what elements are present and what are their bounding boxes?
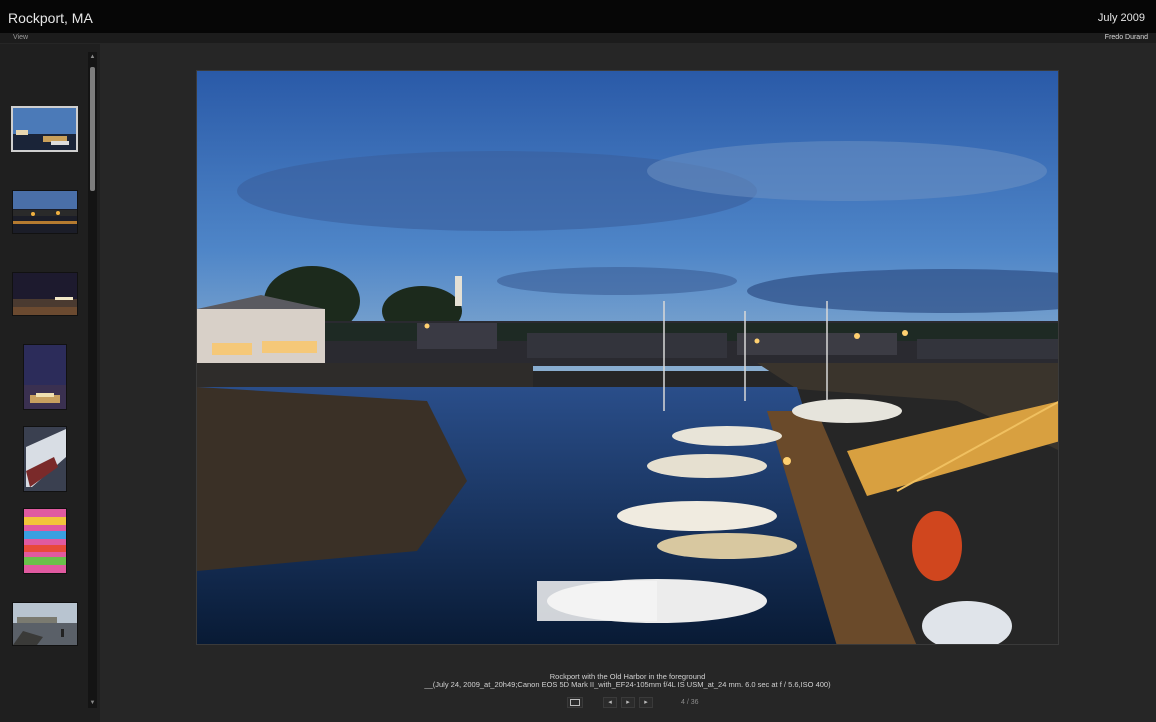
thumbnail-5[interactable] [23,426,67,492]
thumbnail-1[interactable] [11,106,78,152]
main-photo-image [197,71,1058,644]
play-icon: ▸ [626,699,630,706]
thumbnail-2-image [13,191,77,233]
main-photo [196,70,1059,645]
scroll-up-arrow-icon[interactable]: ▲ [89,53,96,61]
play-slideshow-button[interactable]: ▸ [621,697,635,708]
thumbnail-3-image [13,273,77,315]
thumbnail-7[interactable] [12,602,78,646]
fullscreen-button[interactable] [567,697,583,708]
thumbnail-4-image [24,345,66,409]
photo-caption-details: __(July 24, 2009_at_20h49;Canon EOS 5D M… [424,680,831,689]
thumbnail-5-image [24,427,66,491]
previous-photo-button[interactable]: ◂ [603,697,617,708]
thumbnail-2[interactable] [12,190,78,234]
screen-icon [570,699,580,706]
next-photo-button[interactable]: ▸ [639,697,653,708]
photo-counter: 4 / 36 [681,699,699,706]
thumbnail-7-image [13,603,77,645]
next-icon: ▸ [644,699,648,706]
thumbnail-1-image [13,108,76,150]
thumbnail-scrollbar[interactable]: ▲ ▼ [88,52,97,708]
menu-bar [0,33,1156,43]
thumbnail-3[interactable] [12,272,78,316]
view-menu[interactable]: View [13,34,28,41]
gallery-title: Rockport, MA [8,10,93,26]
thumbnail-6-image [24,509,66,573]
thumbnail-6[interactable] [23,508,67,574]
thumbnail-4[interactable] [23,344,67,410]
title-bar: Rockport, MA July 2009 [0,0,1156,34]
previous-icon: ◂ [608,699,612,706]
gallery-date: July 2009 [1097,12,1145,24]
scrollbar-thumb[interactable] [90,67,95,191]
author-name: Fredo Durand [1104,34,1148,41]
scroll-down-arrow-icon[interactable]: ▼ [89,699,96,707]
